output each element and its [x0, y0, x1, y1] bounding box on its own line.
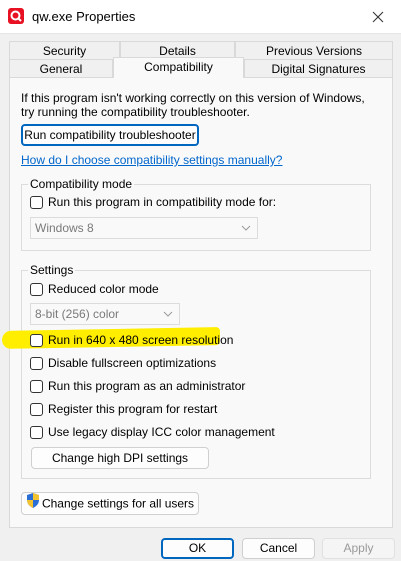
intro-line: try running the compatibility troublesho…: [21, 105, 250, 119]
title-bar: qw.exe Properties: [0, 0, 401, 34]
tab-label: Details: [159, 44, 196, 58]
legacy-icc-checkbox[interactable]: Use legacy display ICC color management: [30, 425, 275, 439]
close-button[interactable]: [355, 0, 401, 33]
compat-mode-checkbox[interactable]: Run this program in compatibility mode f…: [30, 195, 276, 209]
checkbox-box[interactable]: [30, 195, 43, 209]
checkbox-label: Run this program in compatibility mode f…: [48, 195, 277, 209]
reduced-color-checkbox[interactable]: Reduced color mode: [30, 282, 159, 296]
checkbox-label: Register this program for restart: [48, 402, 218, 416]
select-value: 8-bit (256) color: [35, 307, 120, 321]
button-label: Cancel: [259, 541, 298, 555]
checkbox-label: Disable fullscreen optimizations: [48, 356, 217, 370]
run-as-admin-checkbox[interactable]: Run this program as an administrator: [30, 379, 245, 393]
checkbox-box[interactable]: [30, 356, 43, 370]
tab-security[interactable]: Security: [9, 41, 120, 60]
checkbox-box[interactable]: [30, 333, 43, 347]
intro-text: If this program isn't working correctly …: [21, 91, 365, 119]
intro-line: If this program isn't working correctly …: [21, 91, 365, 105]
button-label: Run compatibility troubleshooter: [24, 128, 196, 142]
chevron-down-icon: [163, 311, 173, 317]
compat-mode-select[interactable]: Windows 8: [30, 217, 258, 239]
checkbox-label: Use legacy display ICC color management: [48, 425, 275, 439]
checkbox-box[interactable]: [30, 402, 43, 416]
register-restart-checkbox[interactable]: Register this program for restart: [30, 402, 217, 416]
checkbox-label: Run in 640 x 480 screen resolution: [48, 333, 234, 347]
button-label: OK: [188, 541, 207, 555]
button-label: Change high DPI settings: [51, 451, 189, 465]
checkbox-box[interactable]: [30, 379, 43, 393]
run-troubleshooter-button[interactable]: Run compatibility troubleshooter: [21, 124, 199, 146]
tab-label: Compatibility: [144, 60, 213, 74]
color-mode-select[interactable]: 8-bit (256) color: [30, 303, 180, 325]
tab-label: Digital Signatures: [271, 62, 366, 76]
disable-fullscreen-checkbox[interactable]: Disable fullscreen optimizations: [30, 356, 216, 370]
tab-label: General: [39, 62, 83, 76]
chevron-down-icon: [241, 225, 251, 231]
compatibility-mode-title: Compatibility mode: [28, 177, 135, 191]
settings-title: Settings: [28, 263, 76, 277]
cancel-button[interactable]: Cancel: [242, 538, 315, 559]
run-640x480-checkbox[interactable]: Run in 640 x 480 screen resolution: [30, 333, 233, 347]
app-icon: [8, 8, 24, 24]
tab-general[interactable]: General: [9, 59, 113, 78]
checkbox-label: Run this program as an administrator: [48, 379, 246, 393]
uac-shield-icon: [26, 493, 40, 515]
select-value: Windows 8: [35, 221, 94, 235]
checkbox-box[interactable]: [30, 425, 43, 439]
apply-button[interactable]: Apply: [322, 538, 395, 559]
button-label: Apply: [343, 541, 374, 555]
change-dpi-settings-button[interactable]: Change high DPI settings: [31, 447, 209, 469]
tab-digital-signatures[interactable]: Digital Signatures: [244, 59, 393, 78]
checkbox-label: Reduced color mode: [48, 282, 159, 296]
window-title: qw.exe Properties: [32, 9, 136, 24]
tab-label: Security: [42, 44, 87, 58]
tab-label: Previous Versions: [265, 44, 363, 58]
tab-previous-versions[interactable]: Previous Versions: [235, 41, 393, 60]
checkbox-box[interactable]: [30, 282, 43, 296]
button-label: Change settings for all users: [41, 496, 195, 511]
change-settings-all-users-button[interactable]: Change settings for all users: [21, 492, 199, 515]
ok-button[interactable]: OK: [161, 538, 234, 559]
compat-settings-help-link[interactable]: How do I choose compatibility settings m…: [21, 153, 282, 167]
tab-compatibility[interactable]: Compatibility: [113, 57, 244, 78]
close-icon: [372, 11, 384, 22]
